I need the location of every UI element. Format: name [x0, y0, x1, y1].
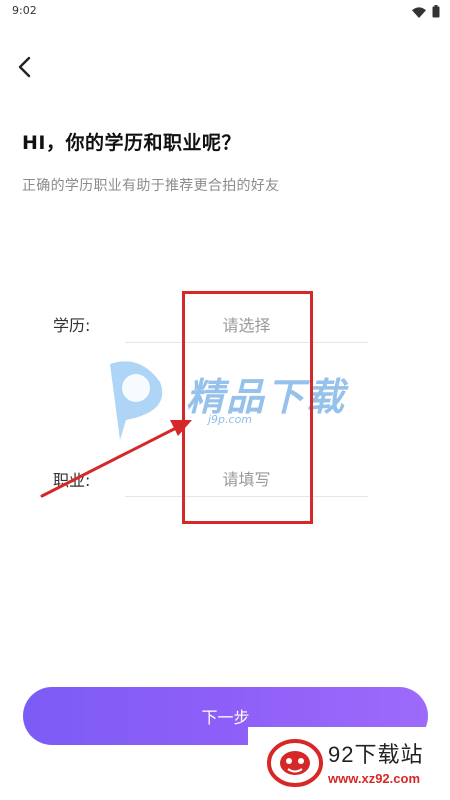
page-title: HI，你的学历和职业呢？	[22, 132, 241, 154]
status-bar: 9:02	[0, 0, 450, 24]
back-button[interactable]	[10, 54, 40, 84]
status-time: 9:02	[12, 4, 37, 17]
page-subtitle: 正确的学历职业有助于推荐更合拍的好友	[22, 178, 280, 194]
watermark-site-logo: 92下载站 www.xz92.com	[248, 727, 450, 800]
occupation-label: 职业:	[53, 471, 91, 490]
site-logo-name: 92下载站	[328, 742, 424, 767]
status-icons	[412, 3, 440, 22]
annotation-highlight-box	[182, 291, 313, 524]
wifi-icon	[412, 3, 426, 22]
chevron-left-icon	[17, 56, 33, 82]
education-label: 学历:	[53, 316, 91, 335]
site-logo-url: www.xz92.com	[328, 771, 420, 786]
battery-icon	[432, 3, 440, 22]
site-logo-icon	[267, 739, 323, 787]
